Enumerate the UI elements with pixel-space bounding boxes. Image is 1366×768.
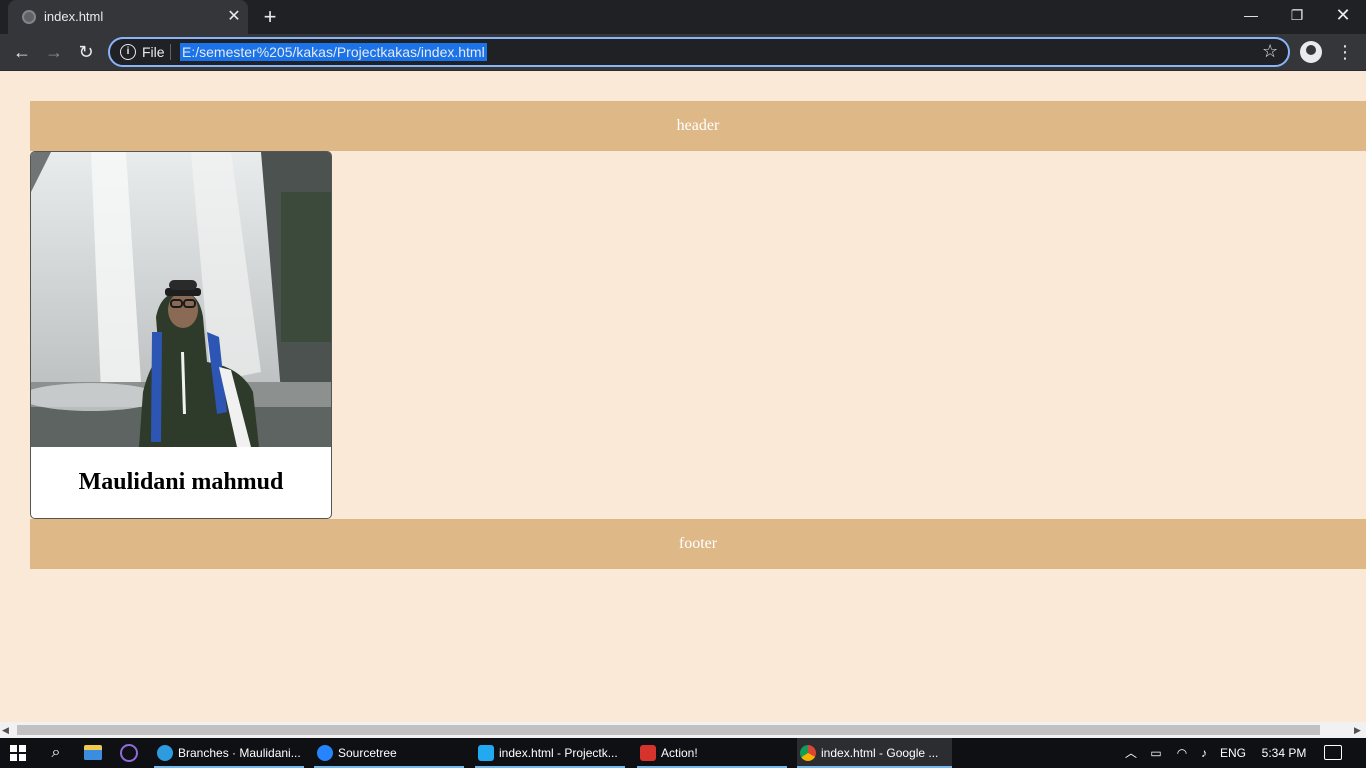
tab-title: index.html [44,9,104,24]
vscode-icon [478,745,494,761]
url-text[interactable]: E:/semester%205/kakas/Projectkakas/index… [180,43,487,61]
taskbar-item-label: index.html - Projectk... [499,746,618,760]
minimize-button[interactable]: — [1228,0,1274,30]
windows-taskbar: ⌕ Branches · Maulidani... Sourcetree ind… [0,738,1366,768]
profile-card: Maulidani mahmud [30,151,332,519]
taskbar-item-edge[interactable]: Branches · Maulidani... [154,738,304,768]
taskbar-item-chrome[interactable]: index.html - Google ... [797,738,952,768]
info-icon[interactable]: i [120,44,136,60]
page-footer: footer [30,519,1366,569]
address-bar-divider [170,44,171,60]
taskbar-item-label: index.html - Google ... [821,746,939,760]
scroll-right-icon[interactable]: ▶ [1354,725,1361,736]
app-icon[interactable] [120,744,138,762]
clock[interactable]: 5:34 PM [1256,738,1312,768]
wifi-icon[interactable]: ◠ [1172,738,1192,768]
reload-button[interactable]: ↻ [72,38,100,66]
browser-title-bar: index.html ✕ + — ❐ ✕ [0,0,1366,34]
search-icon[interactable]: ⌕ [46,743,66,763]
taskbar-item-label: Action! [661,746,698,760]
taskbar-item-label: Sourcetree [338,746,397,760]
back-button[interactable]: ← [8,38,36,66]
taskbar-item-sourcetree[interactable]: Sourcetree [314,738,464,768]
star-icon[interactable]: ☆ [1262,41,1278,62]
scroll-left-icon[interactable]: ◀ [2,725,9,736]
tab-close-icon[interactable]: ✕ [224,7,244,27]
sourcetree-icon [317,745,333,761]
edge-icon [157,745,173,761]
tray-chevron-icon[interactable]: ︿ [1122,738,1140,768]
new-tab-button[interactable]: + [258,5,282,29]
scrollbar-thumb[interactable] [17,725,1320,735]
card-name: Maulidani mahmud [78,469,284,495]
address-bar[interactable]: i File E:/semester%205/kakas/Projectkaka… [108,37,1290,67]
globe-icon [22,10,36,24]
taskbar-item-label: Branches · Maulidani... [178,746,301,760]
kebab-menu-icon[interactable]: ⋮ [1336,38,1354,66]
browser-tab[interactable]: index.html ✕ [8,0,248,34]
page-viewport: header Maulidani mahmud footer [0,71,1366,722]
chrome-icon [800,745,816,761]
volume-icon[interactable]: ♪ [1194,738,1214,768]
file-explorer-icon[interactable] [84,745,102,760]
browser-toolbar: ← → ↻ i File E:/semester%205/kakas/Proje… [0,34,1366,71]
battery-icon[interactable]: ▭ [1146,738,1166,768]
language-indicator[interactable]: ENG [1216,738,1250,768]
restore-button[interactable]: ❐ [1274,0,1320,30]
profile-photo [31,152,331,447]
scheme-label[interactable]: File [142,44,165,60]
close-window-button[interactable]: ✕ [1320,0,1366,30]
forward-button[interactable]: → [40,38,68,66]
taskbar-item-vscode[interactable]: index.html - Projectk... [475,738,625,768]
account-icon[interactable] [1300,41,1322,63]
action-icon [640,745,656,761]
taskbar-item-action[interactable]: Action! [637,738,787,768]
windows-start-icon[interactable] [10,745,26,761]
notification-icon[interactable] [1324,745,1342,760]
page-header: header [30,101,1366,151]
horizontal-scrollbar[interactable]: ◀ ▶ [0,722,1366,738]
